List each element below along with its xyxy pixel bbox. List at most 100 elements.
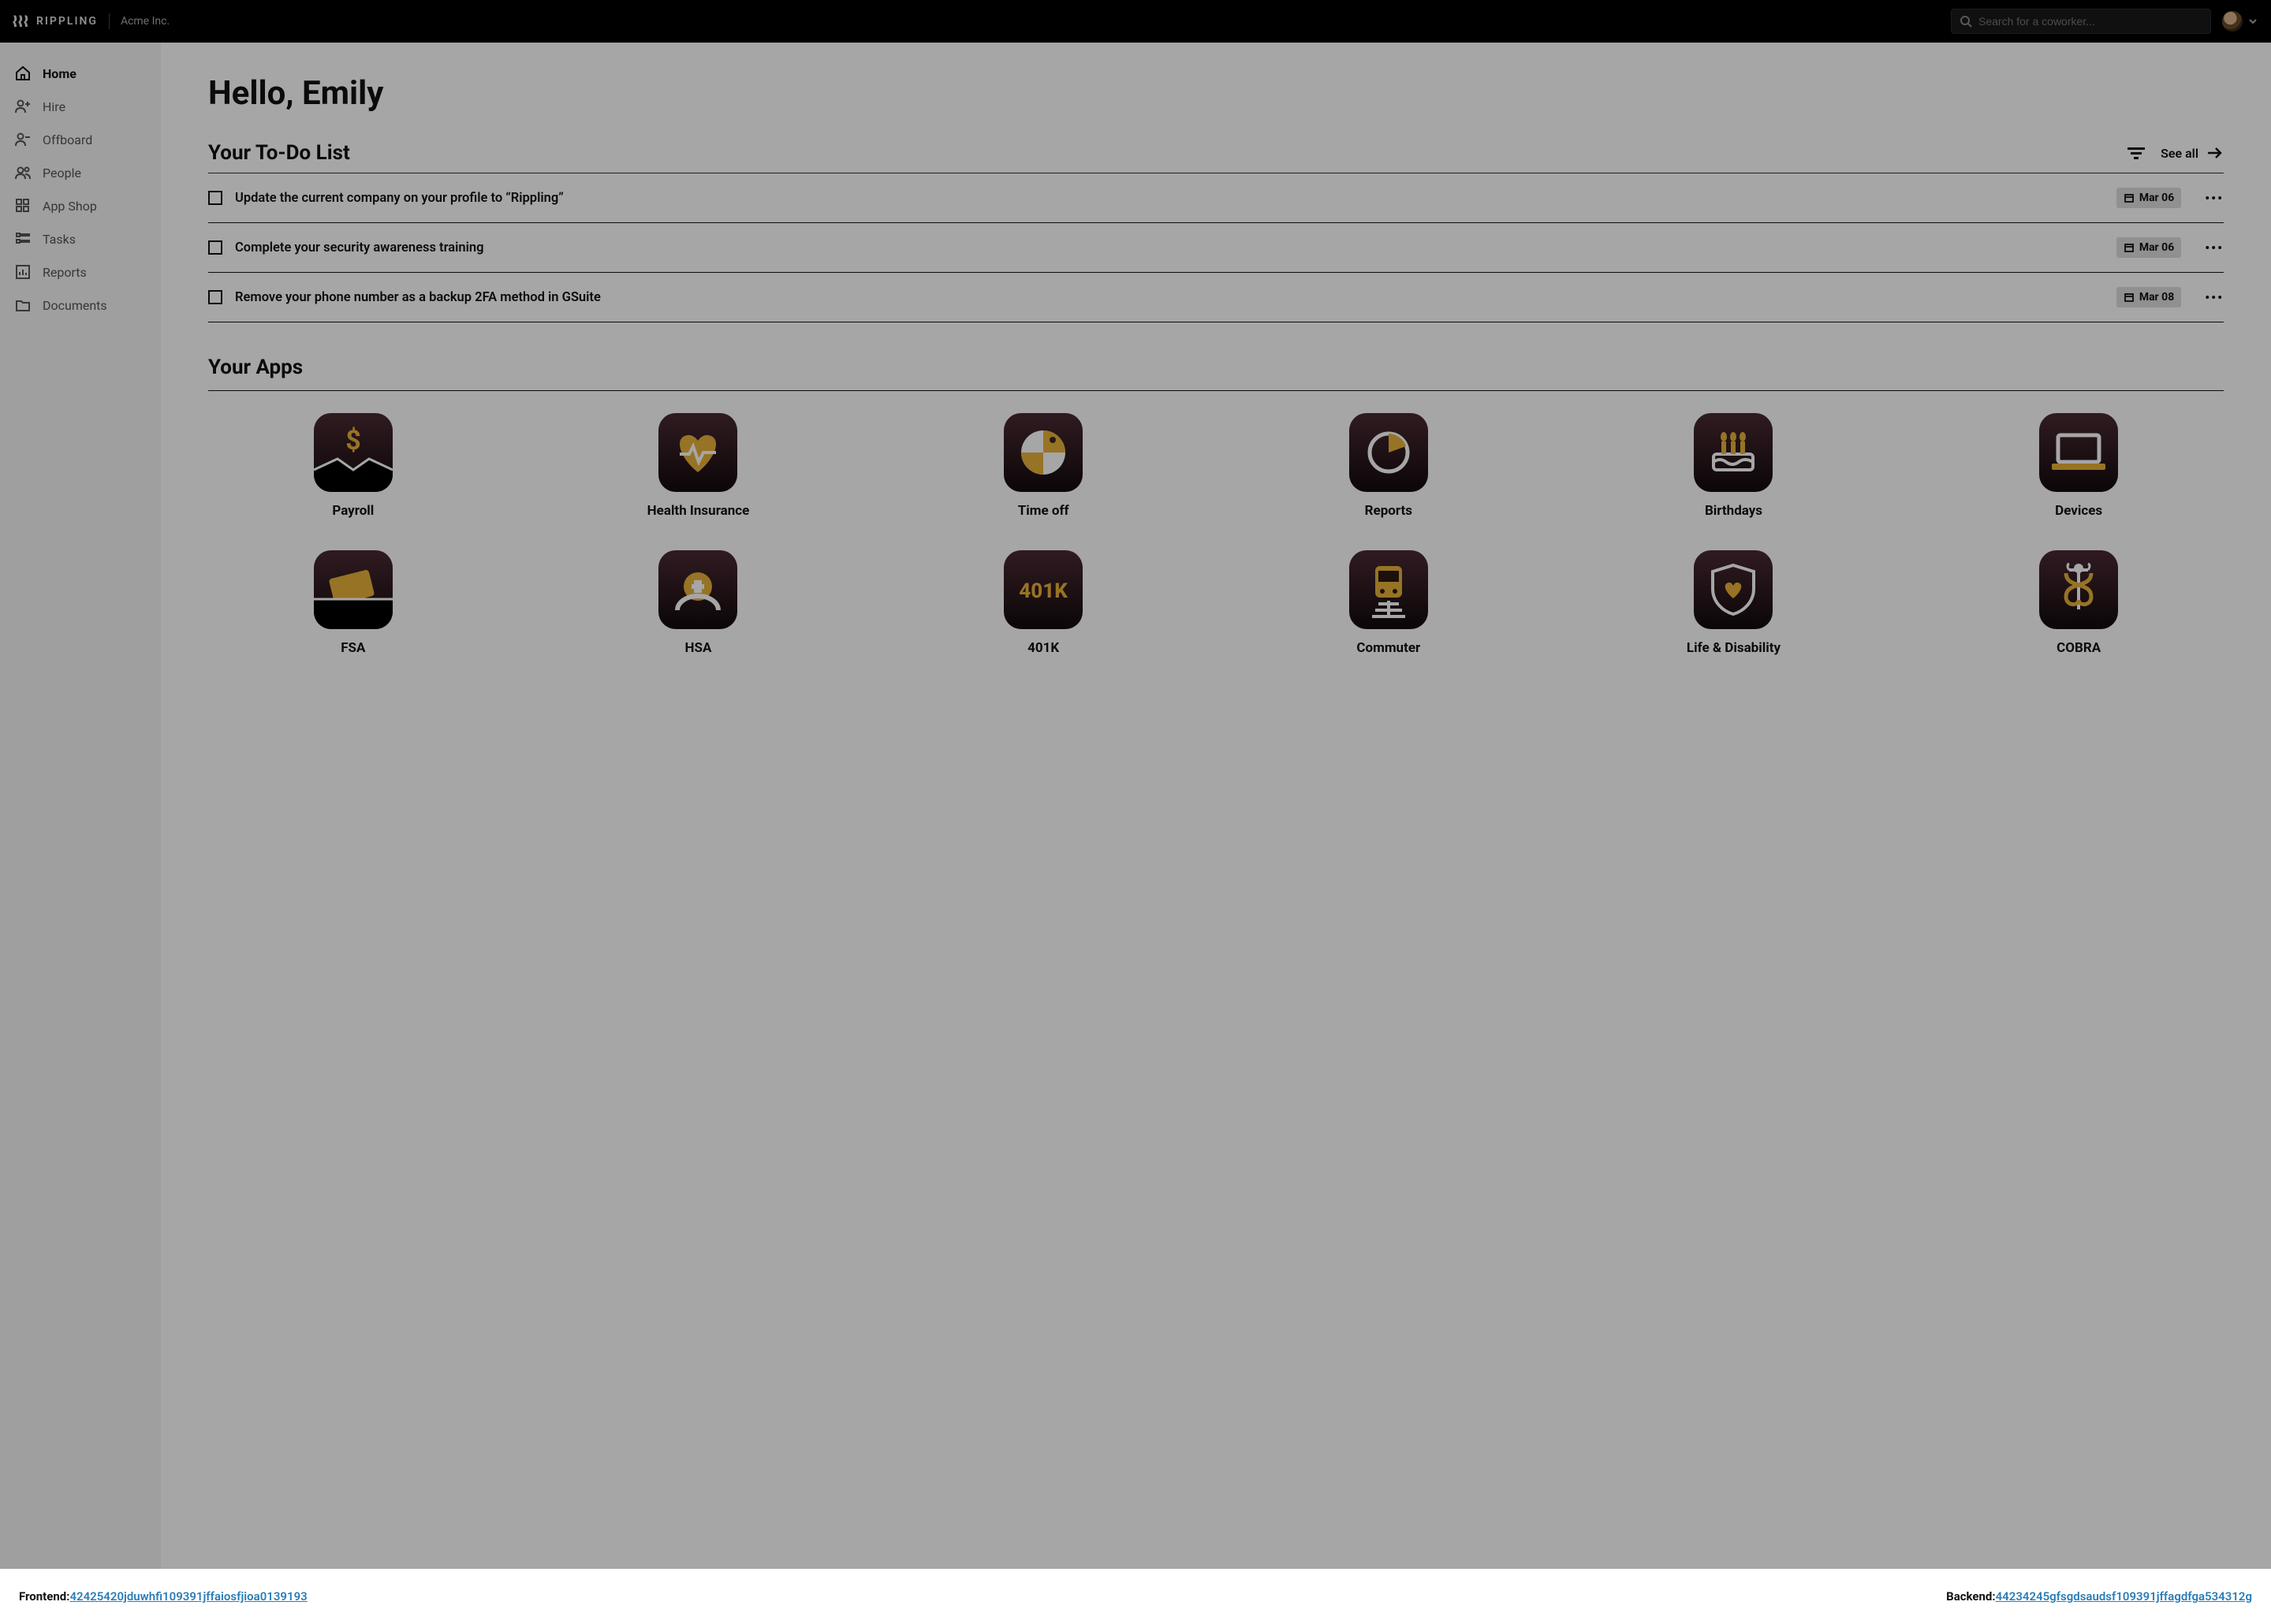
app-cobra[interactable]: COBRA	[1934, 550, 2224, 656]
svg-text:$: $	[345, 425, 361, 456]
app-tile	[658, 413, 737, 492]
sidebar-item-label: People	[43, 166, 81, 181]
app-hsa[interactable]: HSA	[554, 550, 844, 656]
more-icon[interactable]: •••	[2205, 290, 2224, 305]
sidebar-item-hire[interactable]: Hire	[0, 90, 161, 123]
arrow-right-icon[interactable]	[2206, 146, 2224, 160]
brand-logo[interactable]: RIPPLING	[13, 14, 98, 28]
more-icon[interactable]: •••	[2205, 191, 2224, 206]
company-name[interactable]: Acme Inc.	[121, 15, 170, 28]
sidebar-item-label: Reports	[43, 265, 87, 280]
filter-icon[interactable]	[2127, 146, 2145, 160]
search-icon	[1960, 15, 1972, 28]
people-icon	[14, 164, 32, 181]
app-time-off[interactable]: Time off	[898, 413, 1188, 519]
sidebar-item-label: Documents	[43, 298, 107, 313]
app-tile	[1004, 413, 1083, 492]
greeting: Hello, Emily	[208, 74, 2224, 113]
app-tile	[1349, 413, 1428, 492]
sidebar-item-app-shop[interactable]: App Shop	[0, 189, 161, 222]
person-plus-icon	[14, 98, 32, 115]
app-tile	[1694, 550, 1773, 629]
app-401k[interactable]: 401K 401K	[898, 550, 1188, 656]
app-label: Devices	[2055, 503, 2102, 519]
search-input[interactable]	[1978, 15, 2202, 28]
app-payroll[interactable]: $Payroll	[208, 413, 498, 519]
folder-icon	[14, 296, 32, 314]
divider	[208, 390, 2224, 391]
app-tile	[1694, 413, 1773, 492]
sidebar-item-tasks[interactable]: Tasks	[0, 222, 161, 255]
app-label: FSA	[341, 640, 365, 656]
app-label: Commuter	[1356, 640, 1420, 656]
todo-item: Complete your security awareness trainin…	[208, 223, 2224, 273]
sidebar-item-people[interactable]: People	[0, 156, 161, 189]
checkbox[interactable]	[208, 240, 222, 255]
due-date-badge: Mar 06	[2116, 237, 2181, 258]
chart-icon	[14, 263, 32, 281]
frontend-hash-link[interactable]: 42425420jduwhfi109391jffaiosfjioa0139193	[69, 1589, 307, 1604]
calendar-icon	[2124, 192, 2135, 203]
app-commuter[interactable]: Commuter	[1244, 550, 1534, 656]
app-tile: 401K	[1004, 550, 1083, 629]
sidebar-item-home[interactable]: Home	[0, 57, 161, 90]
divider	[109, 13, 110, 29]
due-date-text: Mar 08	[2139, 291, 2174, 304]
app-label: COBRA	[2057, 640, 2101, 656]
app-label: 401K	[1027, 640, 1059, 656]
main-content: Hello, Emily Your To-Do List See all Upd…	[161, 43, 2271, 1569]
todo-label: Update the current company on your profi…	[235, 191, 2104, 206]
home-icon	[14, 65, 32, 82]
app-label: Health Insurance	[647, 503, 750, 519]
coworker-search[interactable]	[1951, 9, 2211, 34]
app-life-disability[interactable]: Life & Disability	[1589, 550, 1879, 656]
app-tile	[2039, 413, 2118, 492]
app-tile: $	[314, 413, 393, 492]
app-reports[interactable]: Reports	[1244, 413, 1534, 519]
app-tile	[314, 550, 393, 629]
app-health-insurance[interactable]: Health Insurance	[554, 413, 844, 519]
see-all-link[interactable]: See all	[2161, 146, 2198, 161]
todo-item: Update the current company on your profi…	[208, 173, 2224, 223]
app-tile	[658, 550, 737, 629]
todo-title: Your To-Do List	[208, 141, 350, 165]
debug-footer: Frontend: 42425420jduwhfi109391jffaiosfj…	[0, 1569, 2271, 1624]
calendar-icon	[2124, 242, 2135, 253]
checkbox[interactable]	[208, 290, 222, 304]
app-devices[interactable]: Devices	[1934, 413, 2224, 519]
app-fsa[interactable]: FSA	[208, 550, 498, 656]
due-date-text: Mar 06	[2139, 192, 2174, 204]
due-date-text: Mar 06	[2139, 241, 2174, 254]
frontend-label: Frontend:	[19, 1589, 69, 1604]
person-minus-icon	[14, 131, 32, 148]
calendar-icon	[2124, 292, 2135, 303]
app-label: Life & Disability	[1687, 640, 1781, 656]
due-date-badge: Mar 06	[2116, 188, 2181, 208]
sidebar-item-documents[interactable]: Documents	[0, 289, 161, 322]
sidebar-item-reports[interactable]: Reports	[0, 255, 161, 289]
topbar: RIPPLING Acme Inc.	[0, 0, 2271, 43]
more-icon[interactable]: •••	[2205, 240, 2224, 255]
sidebar-item-label: Tasks	[43, 232, 76, 247]
backend-label: Backend:	[1946, 1589, 1995, 1604]
due-date-badge: Mar 08	[2116, 287, 2181, 307]
app-label: Time off	[1018, 503, 1069, 519]
todo-label: Complete your security awareness trainin…	[235, 240, 2104, 255]
rippling-logo-icon	[13, 14, 30, 28]
app-label: Birthdays	[1705, 503, 1762, 519]
chevron-down-icon[interactable]	[2247, 16, 2258, 27]
checkbox[interactable]	[208, 191, 222, 205]
todo-label: Remove your phone number as a backup 2FA…	[235, 290, 2104, 305]
sidebar: Home Hire Offboard People App Shop Tasks Repor…	[0, 43, 161, 1569]
todo-item: Remove your phone number as a backup 2FA…	[208, 273, 2224, 322]
app-birthdays[interactable]: Birthdays	[1589, 413, 1879, 519]
sidebar-item-label: Offboard	[43, 132, 92, 147]
sidebar-item-label: Hire	[43, 99, 65, 114]
svg-text:401K: 401K	[1019, 579, 1068, 603]
avatar[interactable]	[2222, 11, 2243, 32]
backend-hash-link[interactable]: 44234245gfsgdsaudsf109391jffagdfga534312…	[1996, 1589, 2252, 1604]
app-tile	[2039, 550, 2118, 629]
todo-section-head: Your To-Do List See all	[208, 141, 2224, 165]
sidebar-item-offboard[interactable]: Offboard	[0, 123, 161, 156]
tasks-icon	[14, 230, 32, 248]
